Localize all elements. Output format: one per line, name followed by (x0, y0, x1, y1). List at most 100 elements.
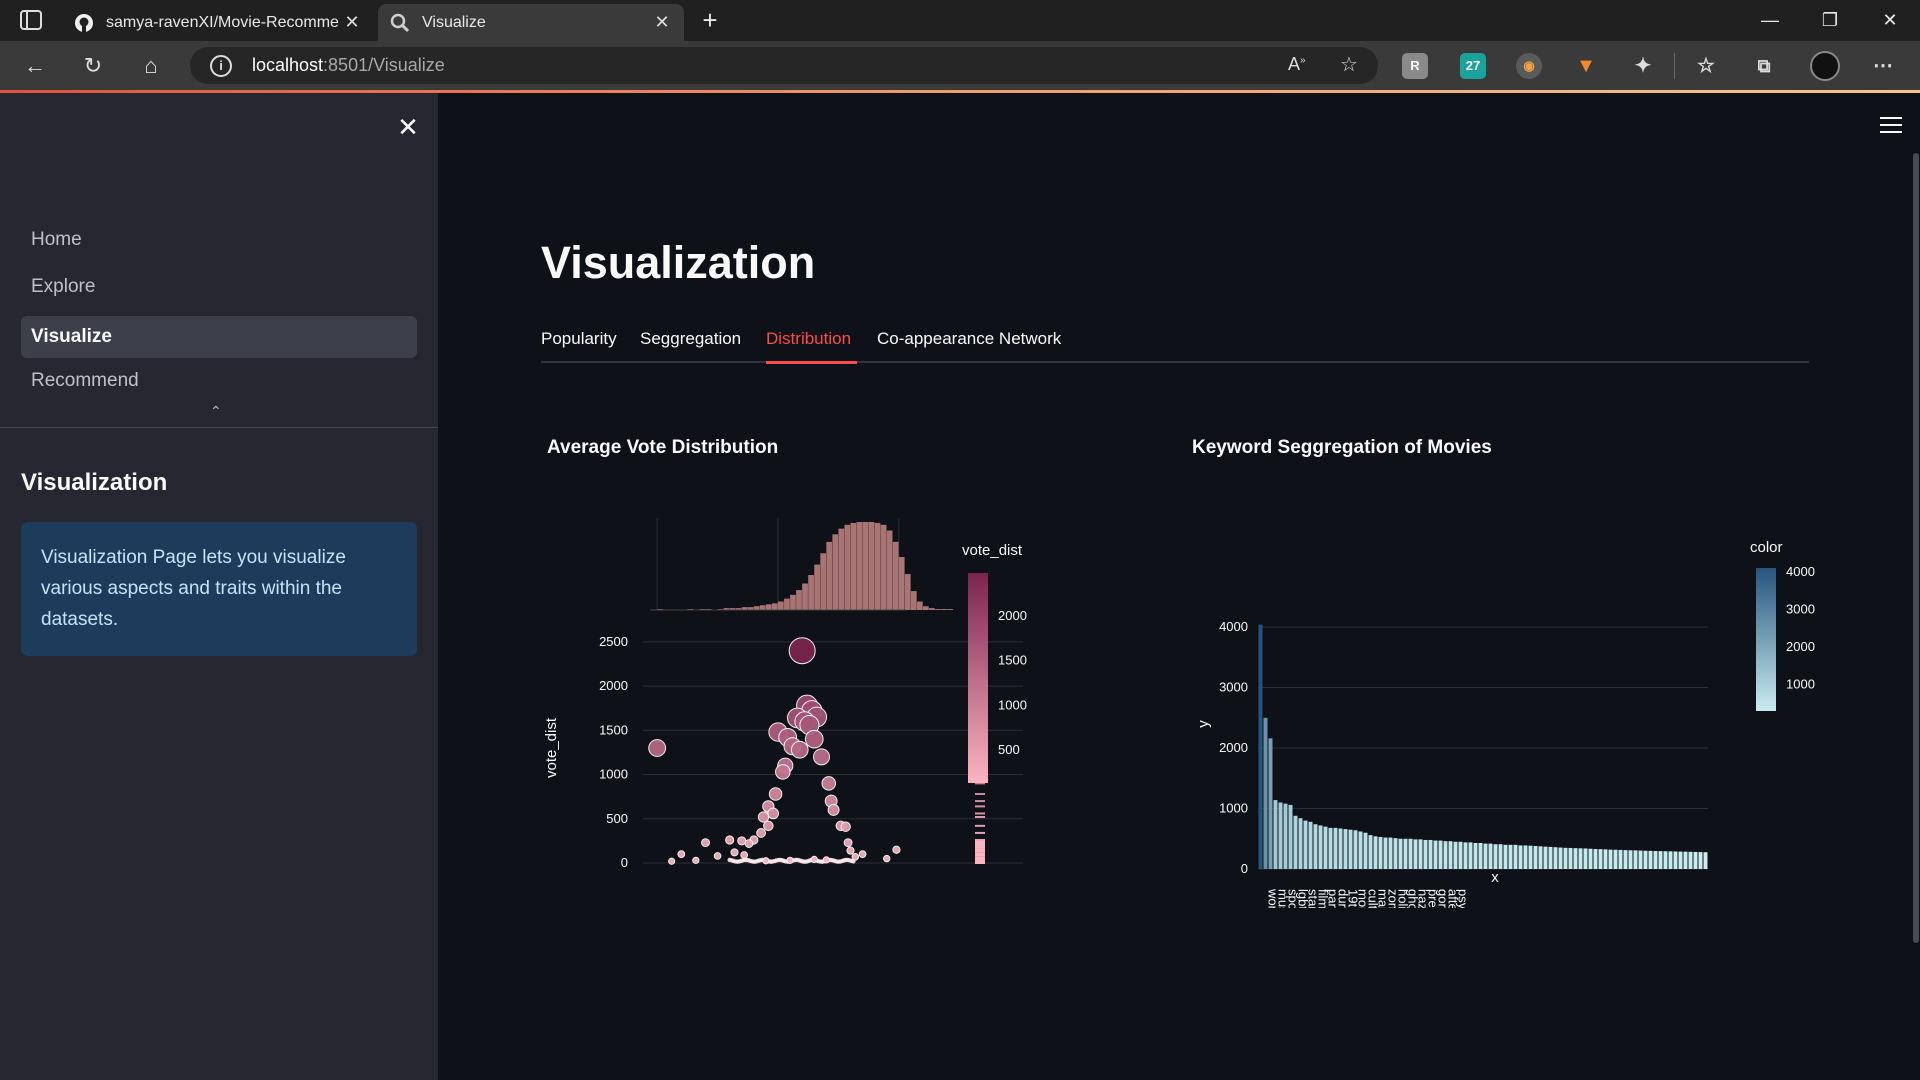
scatter-point (786, 856, 794, 864)
sidebar-item-recommend[interactable]: Recommend (21, 360, 417, 402)
bar (1598, 849, 1603, 869)
bar (1698, 852, 1703, 869)
histogram-bar (820, 553, 827, 610)
browser-tab-bar: samya-ravenXI/Movie-Recomme ✕ Visualize … (0, 0, 1920, 41)
histogram-bar (778, 601, 784, 610)
bar (1403, 838, 1408, 869)
address-bar[interactable]: i localhost:8501/Visualize A» ☆ (190, 47, 1378, 84)
bar (1453, 841, 1458, 869)
scatter-point (840, 821, 851, 832)
histogram-bar (771, 603, 778, 610)
sidebar-item-visualize[interactable]: Visualize (21, 316, 417, 358)
histogram-bar (941, 609, 947, 610)
y-tick-label: 0 (621, 855, 628, 870)
menu-icon[interactable] (1880, 117, 1902, 135)
bar (1603, 849, 1608, 869)
bar (1533, 846, 1538, 869)
bar (1358, 831, 1363, 869)
tab-actions-icon[interactable] (20, 10, 42, 30)
restore-icon[interactable]: ❐ (1818, 8, 1842, 32)
profile-avatar[interactable] (1810, 51, 1840, 81)
histogram-bar (844, 524, 851, 610)
scatter-point (846, 846, 855, 855)
histogram-bar (802, 583, 808, 610)
more-icon[interactable]: ⋯ (1870, 53, 1896, 79)
favorites-icon[interactable]: ☆ (1693, 53, 1719, 79)
tab-popularity[interactable]: Popularity (541, 329, 617, 363)
histogram-bar (904, 574, 911, 610)
refresh-icon[interactable]: ↻ (80, 53, 106, 79)
sidebar-info-box: Visualization Page lets you visualize va… (21, 522, 417, 656)
colorbar-tick-label: 2000 (1786, 639, 1815, 654)
histogram-bar (910, 591, 917, 610)
bar (1418, 839, 1423, 869)
colorbar (968, 573, 988, 783)
bar (1493, 844, 1498, 869)
tab-distribution[interactable]: Distribution (766, 329, 851, 363)
bar (1523, 845, 1528, 869)
close-tab-icon[interactable]: ✕ (342, 12, 362, 33)
ext-grey-icon[interactable]: R (1402, 53, 1428, 79)
url-text[interactable]: localhost:8501/Visualize (252, 55, 445, 76)
close-sidebar-icon[interactable]: ✕ (396, 114, 420, 140)
y-axis-label: y (1195, 720, 1212, 728)
histogram-bar (916, 601, 923, 610)
favorite-star-icon[interactable]: ☆ (1340, 52, 1358, 77)
scatter-point (822, 856, 830, 864)
new-tab-button[interactable]: + (696, 6, 724, 34)
bar (1428, 839, 1433, 869)
bar (1353, 830, 1358, 869)
bar (1618, 849, 1623, 869)
browser-tab-title: Visualize (422, 13, 486, 31)
back-icon[interactable]: ← (22, 53, 48, 79)
bar (1543, 846, 1548, 869)
y-axis-label: vote_dist (543, 717, 560, 778)
sidebar-item-explore[interactable]: Explore (21, 266, 417, 308)
bar (1388, 837, 1393, 869)
tab-co-appearance-network[interactable]: Co-appearance Network (877, 329, 1061, 363)
ext-fox-icon[interactable]: ▼ (1573, 53, 1599, 79)
bar (1573, 848, 1578, 869)
vote-distribution-chart[interactable]: 050010001500200025000510vote_averagevote… (538, 488, 1098, 888)
scatter-point (725, 835, 735, 845)
bar (1588, 848, 1593, 869)
chart-title-keyword-seggregation: Keyword Seggregation of Movies (1192, 437, 1492, 458)
histogram-bar (892, 541, 899, 610)
home-icon[interactable]: ⌂ (138, 53, 164, 79)
bar (1488, 843, 1493, 869)
bar (1553, 847, 1558, 869)
histogram-bar (826, 541, 833, 610)
reader-mode-icon[interactable]: A» (1288, 54, 1306, 75)
bar (1373, 836, 1378, 869)
collections-icon[interactable]: ⧉ (1751, 53, 1777, 79)
bar (1278, 802, 1283, 869)
keyword-seggregation-chart[interactable]: 01000200030004000woman directormusicalsp… (1178, 488, 1888, 908)
bar (1628, 850, 1633, 869)
histogram-bar (759, 605, 766, 610)
bar (1693, 851, 1698, 869)
scatter-point (851, 853, 860, 861)
bar (1683, 851, 1688, 869)
browser-tab-visualize[interactable]: Visualize ✕ (378, 4, 684, 41)
scatter-point (713, 852, 722, 860)
puzzle-extensions-icon[interactable]: ✦ (1630, 53, 1656, 79)
minimize-icon[interactable]: — (1758, 8, 1782, 32)
close-window-icon[interactable]: ✕ (1878, 8, 1902, 32)
site-info-icon[interactable]: i (210, 55, 232, 77)
collapse-nav-icon[interactable]: ⌃ (210, 403, 222, 420)
scatter-point (813, 748, 830, 766)
bar (1368, 835, 1373, 869)
sidebar-item-home[interactable]: Home (21, 219, 417, 261)
bar (1433, 840, 1438, 869)
browser-tab-github[interactable]: samya-ravenXI/Movie-Recomme ✕ (62, 4, 374, 41)
ext-27-icon[interactable]: 27 (1460, 53, 1486, 79)
ext-owl-icon[interactable]: ◉ (1516, 53, 1542, 79)
close-tab-icon[interactable]: ✕ (652, 12, 672, 33)
scatter-point (810, 855, 818, 864)
tab-seggregation[interactable]: Seggregation (640, 329, 741, 363)
bar (1643, 850, 1648, 869)
bar (1578, 848, 1583, 869)
scrollbar[interactable] (1913, 153, 1919, 943)
scatter-point (740, 851, 749, 859)
bar (1273, 800, 1278, 869)
